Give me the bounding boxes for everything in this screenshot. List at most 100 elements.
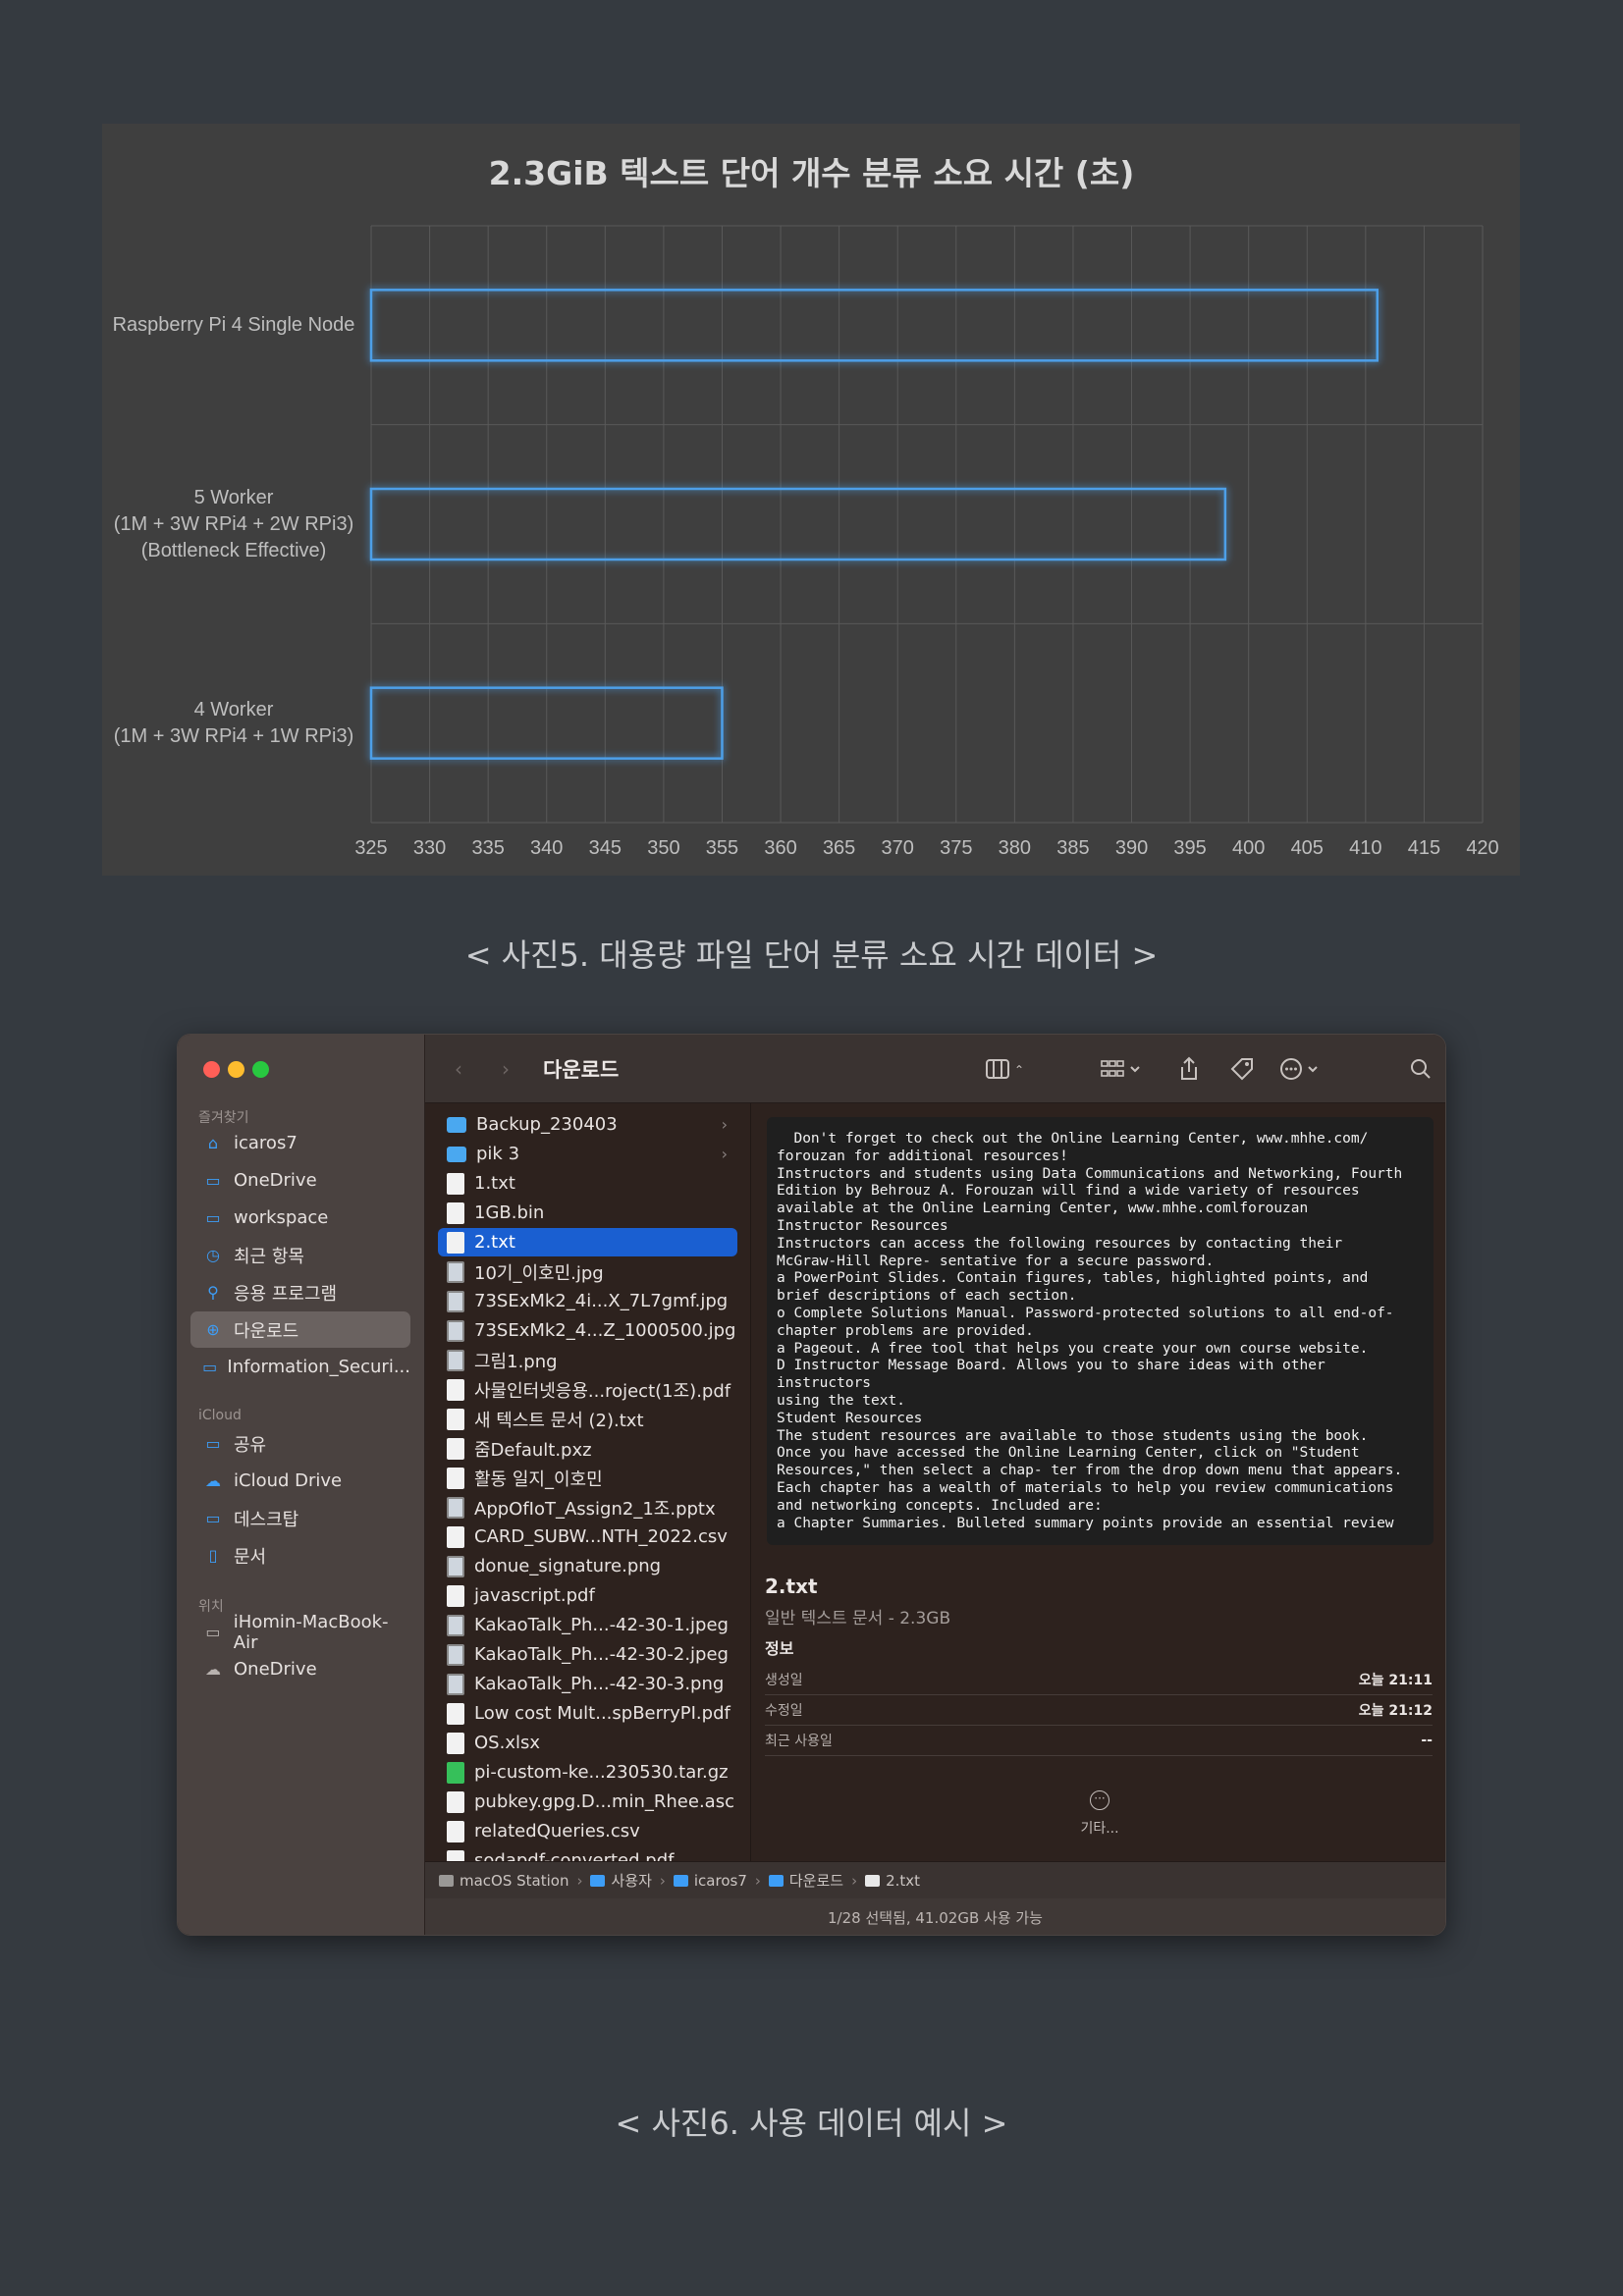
- file-row[interactable]: 줌Default.pxz: [438, 1434, 737, 1463]
- desktop-icon: ▭: [205, 1509, 221, 1527]
- sidebar-item-label: 데스크탑: [234, 1509, 299, 1530]
- sidebar-item[interactable]: ▭ 데스크탑: [190, 1500, 410, 1536]
- file-row[interactable]: 활동 일지_이호민: [438, 1464, 737, 1492]
- cloud-icon: ☁: [205, 1660, 221, 1679]
- file-row[interactable]: AppOfIoT_Assign2_1조.pptx: [438, 1493, 737, 1522]
- file-name: pik 3: [476, 1144, 520, 1164]
- search-button[interactable]: [1407, 1054, 1434, 1084]
- sidebar-item[interactable]: ⌂ icaros7: [190, 1125, 410, 1161]
- sidebar-item[interactable]: ⊕ 다운로드: [190, 1311, 410, 1348]
- x-tick-label: 405: [1290, 837, 1324, 859]
- file-row[interactable]: CARD_SUBW...NTH_2022.csv: [438, 1522, 737, 1551]
- svg-text:⌃: ⌃: [1014, 1063, 1024, 1077]
- image-file-icon: [447, 1555, 464, 1577]
- document-icon: [447, 1408, 464, 1430]
- file-row[interactable]: pi-custom-ke...230530.tar.gz: [438, 1758, 737, 1787]
- file-row[interactable]: Low cost Mult...spBerryPI.pdf: [438, 1699, 737, 1728]
- file-name: 73SExMk2_4i...X_7L7gmf.jpg: [474, 1291, 729, 1311]
- breadcrumb-item[interactable]: 2.txt: [865, 1872, 920, 1890]
- breadcrumb-item[interactable]: 사용자: [590, 1870, 652, 1891]
- breadcrumb-item[interactable]: 다운로드: [768, 1870, 843, 1891]
- shared-folder-icon: ▭: [205, 1434, 221, 1453]
- sidebar-item[interactable]: ▭ workspace: [190, 1200, 410, 1236]
- file-name: 1GB.bin: [474, 1202, 545, 1223]
- file-row[interactable]: OS.xlsx: [438, 1729, 737, 1757]
- file-row[interactable]: 1GB.bin: [438, 1199, 737, 1227]
- file-name: CARD_SUBW...NTH_2022.csv: [474, 1526, 728, 1547]
- x-tick-label: 410: [1349, 837, 1382, 859]
- back-button[interactable]: ‹: [447, 1054, 470, 1084]
- info-value: --: [1421, 1733, 1433, 1748]
- info-row-last-opened: 최근 사용일 --: [765, 1726, 1433, 1756]
- document-icon: [447, 1761, 464, 1784]
- document-icon: [447, 1790, 464, 1813]
- forward-button[interactable]: ›: [494, 1054, 517, 1084]
- x-tick-label: 420: [1466, 837, 1499, 859]
- folder-icon: [590, 1874, 606, 1887]
- file-row[interactable]: pik 3 ›: [438, 1140, 737, 1168]
- sidebar-item-label: iHomin-MacBook-Air: [233, 1611, 389, 1653]
- sidebar-item[interactable]: ▭ OneDrive: [190, 1162, 410, 1199]
- file-row[interactable]: 그림1.png: [438, 1346, 737, 1374]
- minimize-button[interactable]: [228, 1061, 244, 1078]
- file-name: KakaoTalk_Ph...-42-30-1.jpeg: [474, 1615, 729, 1635]
- info-value: 오늘 21:12: [1358, 1703, 1433, 1719]
- file-row[interactable]: 73SExMk2_4...Z_1000500.jpg: [438, 1316, 737, 1345]
- sidebar-item[interactable]: ⚲ 응용 프로그램: [190, 1274, 410, 1310]
- file-row[interactable]: KakaoTalk_Ph...-42-30-3.png: [438, 1670, 737, 1698]
- sidebar-item[interactable]: ▯ 문서: [190, 1537, 410, 1574]
- breadcrumb-item[interactable]: macOS Station: [439, 1872, 568, 1890]
- file-row[interactable]: relatedQueries.csv: [438, 1817, 737, 1845]
- file-name: pi-custom-ke...230530.tar.gz: [474, 1762, 729, 1783]
- file-row[interactable]: pubkey.gpg.D...min_Rhee.asc: [438, 1788, 737, 1816]
- zoom-button[interactable]: [252, 1061, 269, 1078]
- sidebar-item[interactable]: ☁ OneDrive: [190, 1651, 410, 1687]
- file-row[interactable]: 73SExMk2_4i...X_7L7gmf.jpg: [438, 1287, 737, 1315]
- file-row[interactable]: 10기_이호민.jpg: [438, 1257, 737, 1286]
- sidebar-item-label: 응용 프로그램: [234, 1283, 338, 1305]
- file-name: sodapdf-converted.pdf: [474, 1850, 675, 1861]
- x-tick-label: 350: [647, 837, 680, 859]
- file-row[interactable]: KakaoTalk_Ph...-42-30-2.jpeg: [438, 1640, 737, 1669]
- file-row[interactable]: 새 텍스트 문서 (2).txt: [438, 1405, 737, 1433]
- sidebar-item[interactable]: ▭ iHomin-MacBook-Air: [190, 1611, 410, 1653]
- tag-button[interactable]: [1228, 1054, 1256, 1084]
- chevron-right-icon: ›: [576, 1871, 583, 1890]
- file-row[interactable]: donue_signature.png: [438, 1552, 737, 1580]
- document-icon: [865, 1874, 881, 1887]
- sidebar-item[interactable]: ▭ 공유: [190, 1425, 410, 1462]
- breadcrumb-item[interactable]: icaros7: [673, 1872, 747, 1890]
- breadcrumb-label: macOS Station: [460, 1871, 569, 1890]
- sidebar-item[interactable]: ▭ Information_Securi...: [190, 1349, 410, 1385]
- file-row[interactable]: 사물인터넷응용...roject(1조).pdf: [438, 1375, 737, 1404]
- chevron-right-icon: ›: [721, 1115, 728, 1134]
- file-name: 활동 일지_이호민: [474, 1468, 603, 1490]
- more-actions-button[interactable]: [1279, 1054, 1328, 1084]
- bar-1: [369, 487, 1227, 561]
- bar-chart: [369, 225, 1484, 824]
- image-file-icon: [447, 1260, 464, 1283]
- x-tick-label: 390: [1114, 837, 1149, 859]
- file-row[interactable]: sodapdf-converted.pdf: [438, 1846, 737, 1861]
- file-row[interactable]: 2.txt: [438, 1228, 737, 1256]
- house-icon: ⌂: [207, 1134, 219, 1152]
- sidebar-item-label: OneDrive: [234, 1170, 317, 1191]
- sidebar-item[interactable]: ◷ 최근 항목: [190, 1237, 410, 1273]
- file-name: javascript.pdf: [474, 1585, 595, 1606]
- file-name: 10기_이호민.jpg: [474, 1262, 604, 1284]
- close-button[interactable]: [203, 1061, 220, 1078]
- more-button[interactable]: ··· 기타...: [1065, 1790, 1134, 1838]
- info-label: 최근 사용일: [765, 1734, 833, 1749]
- group-button[interactable]: [1099, 1054, 1148, 1084]
- file-row[interactable]: Backup_230403 ›: [438, 1110, 737, 1139]
- folder-icon: ▭: [205, 1208, 221, 1227]
- document-icon: [447, 1437, 464, 1460]
- sidebar-item[interactable]: ☁ iCloud Drive: [190, 1463, 410, 1499]
- file-row[interactable]: 1.txt: [438, 1169, 737, 1198]
- file-row[interactable]: KakaoTalk_Ph...-42-30-1.jpeg: [438, 1611, 737, 1639]
- file-row[interactable]: javascript.pdf: [438, 1581, 737, 1610]
- view-switcher[interactable]: ⌃: [977, 1054, 1032, 1084]
- folder-icon: [447, 1146, 466, 1162]
- share-button[interactable]: [1175, 1054, 1203, 1084]
- sidebar-item-label: OneDrive: [234, 1659, 317, 1680]
